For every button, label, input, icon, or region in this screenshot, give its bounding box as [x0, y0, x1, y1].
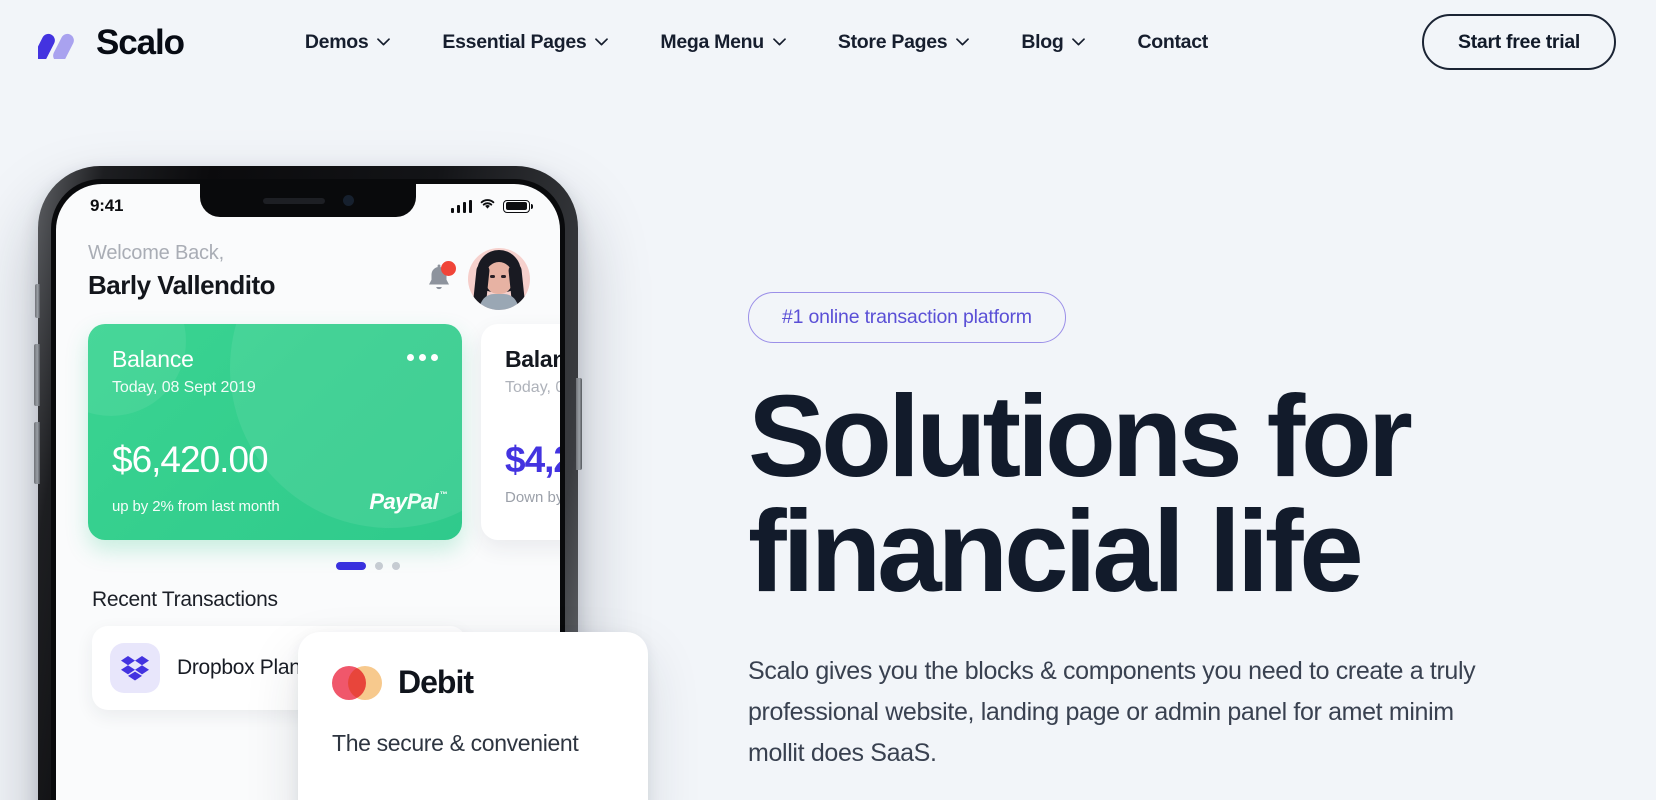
balance-card-footer: up by 2% from last month PayPal ™ [112, 489, 448, 515]
phone-volume-down-button [34, 422, 40, 484]
avatar[interactable] [468, 248, 530, 310]
cellular-signal-icon [450, 199, 472, 213]
start-free-trial-button[interactable]: Start free trial [1422, 14, 1616, 70]
landing-page: Scalo Demos Essential Pages Mega Menu St… [0, 0, 1656, 800]
balance-card-titles: Balance Today, 08 Sept 2019 [112, 346, 256, 397]
hero-title-line-2: financial life [748, 485, 1364, 616]
balance-card-paypal[interactable]: Balance Today, 08 Sept 2019 $6,420.00 up… [88, 324, 462, 540]
scalo-slash-logo-icon [34, 25, 84, 63]
nav-item-store-pages[interactable]: Store Pages [812, 31, 995, 54]
balance-date: Today, 08 Sept 2019 [505, 379, 560, 396]
nav-item-label: Mega Menu [660, 30, 764, 53]
mastercard-icon [332, 665, 382, 700]
nav-item-label: Essential Pages [442, 30, 587, 53]
balance-card-secondary[interactable]: Balance Today, 08 Sept 2019 $4,280.00 Do… [481, 324, 560, 540]
chevron-down-icon [1072, 38, 1086, 46]
chevron-down-icon [595, 38, 609, 46]
navbar: Scalo Demos Essential Pages Mega Menu St… [0, 0, 1656, 84]
transaction-name: Dropbox Plan [177, 656, 301, 679]
balance-label: Balance [112, 346, 194, 372]
balance-amount: $6,420.00 [112, 439, 269, 480]
nav-item-blog[interactable]: Blog [995, 31, 1111, 54]
nav-links: Demos Essential Pages Mega Menu Store Pa… [279, 31, 1234, 54]
balance-date: Today, 08 Sept 2019 [112, 379, 256, 396]
phone-power-button [576, 378, 582, 470]
balance-amount: $4,280.00 [505, 439, 560, 480]
pagination-active-indicator[interactable] [336, 562, 366, 570]
chevron-down-icon [956, 38, 970, 46]
battery-full-icon [503, 199, 533, 213]
status-bar-time: 9:41 [90, 196, 124, 215]
nav-item-demos[interactable]: Demos [279, 31, 417, 54]
debit-card-text: The secure & convenient [332, 730, 579, 756]
brand-name: Scalo [96, 22, 185, 62]
chevron-down-icon [773, 38, 786, 46]
nav-item-label: Store Pages [837, 30, 948, 53]
nav-item-contact[interactable]: Contact [1111, 31, 1233, 54]
chevron-down-icon [377, 38, 391, 46]
debit-card-header: Debit [332, 664, 614, 701]
app-header: Welcome Back, Barly Vallendito [56, 228, 560, 310]
phone-mute-switch [35, 284, 40, 318]
balance-note: Down by 4% this month [505, 489, 560, 506]
page-title: Solutions for financial life [748, 371, 1608, 616]
nav-item-essential-pages[interactable]: Essential Pages [416, 31, 634, 54]
recent-transactions-title: Recent Transactions [92, 588, 278, 611]
notification-bell-icon[interactable] [424, 261, 456, 295]
balance-note: up by 2% from last month [112, 498, 280, 515]
pagination-dot[interactable] [375, 562, 383, 570]
hero-content: #1 online transaction platform Solutions… [748, 292, 1608, 774]
hero-badge: #1 online transaction platform [748, 292, 1066, 343]
hero-paragraph: Scalo gives you the blocks & components … [748, 656, 1476, 768]
brand-logo[interactable]: Scalo [34, 22, 185, 63]
status-bar-indicators [450, 197, 533, 215]
nav-item-label: Demos [304, 30, 369, 53]
balance-card-header: Balance Today, 08 Sept 2019 [112, 346, 438, 397]
debit-feature-card: Debit The secure & convenient [298, 632, 648, 800]
nav-item-label: Blog [1021, 30, 1064, 53]
paypal-logo-part1: Pay [369, 489, 407, 514]
dropbox-icon [110, 643, 160, 693]
user-name: Barly Vallendito [88, 270, 276, 300]
phone-volume-up-button [34, 344, 40, 406]
paypal-logo-part2: Pal [406, 489, 439, 514]
nav-item-mega-menu[interactable]: Mega Menu [634, 31, 811, 54]
trademark-symbol: ™ [439, 490, 448, 499]
wifi-icon [479, 197, 496, 215]
paypal-logo: PayPal ™ [369, 489, 447, 515]
pagination-dot[interactable] [392, 562, 400, 570]
more-options-icon[interactable] [407, 346, 438, 361]
welcome-block: Welcome Back, Barly Vallendito [88, 242, 424, 301]
balance-label: Balance [505, 346, 560, 372]
status-bar: 9:41 [56, 184, 560, 228]
hero-title-line-1: Solutions for [748, 371, 1413, 501]
header-actions [424, 242, 530, 310]
nav-item-label: Contact [1137, 30, 1208, 53]
carousel-pagination[interactable] [56, 540, 560, 570]
notification-badge-dot [441, 261, 456, 276]
welcome-greeting: Welcome Back, [88, 242, 224, 264]
balance-cards-carousel: Balance Today, 08 Sept 2019 $6,420.00 up… [56, 324, 560, 540]
debit-card-title: Debit [398, 664, 474, 700]
